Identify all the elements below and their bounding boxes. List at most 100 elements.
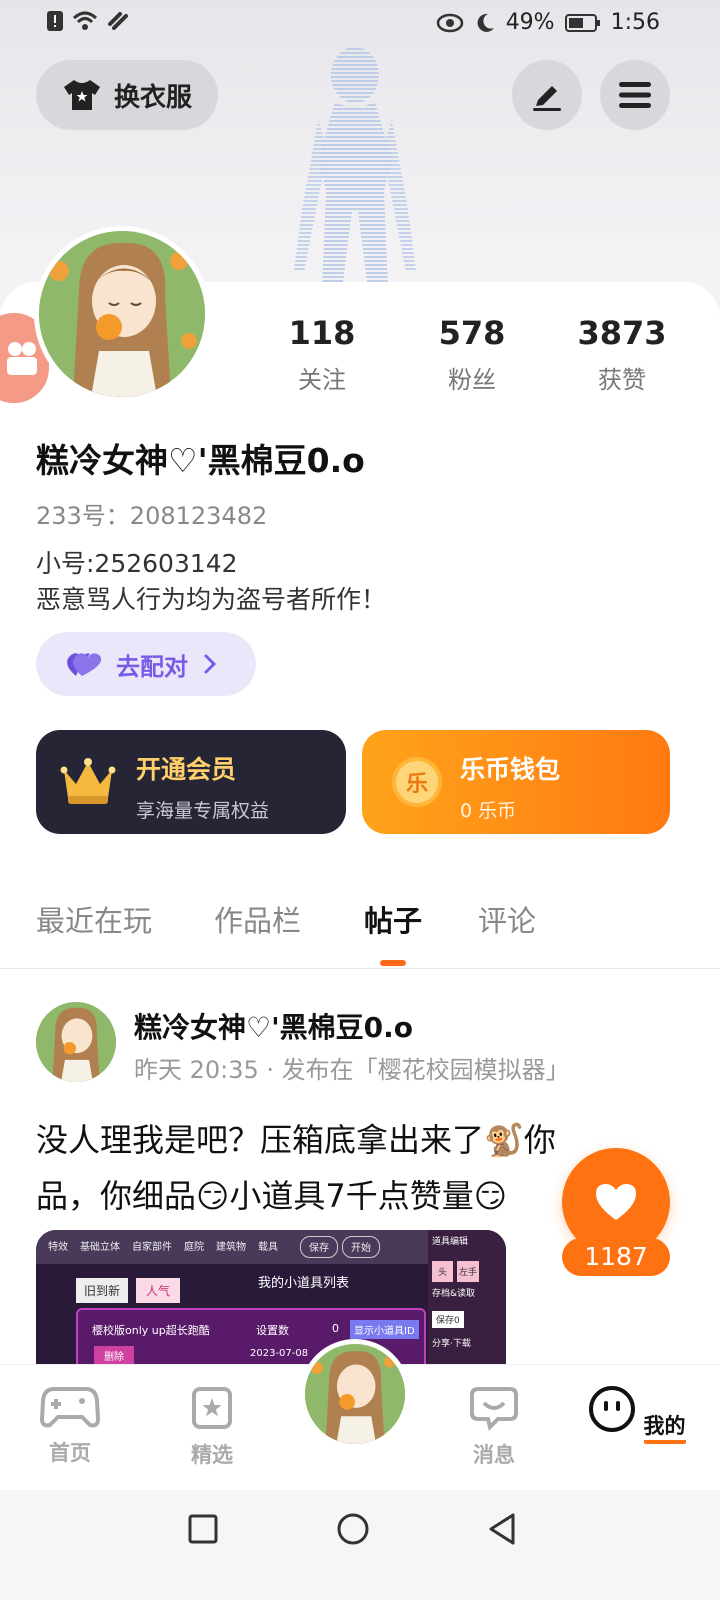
game-sort-option: 人气 <box>136 1278 181 1303</box>
status-bar: 49% 1:56 <box>0 0 720 48</box>
game-tab: 自家部件 <box>132 1242 172 1253</box>
nav-featured-label: 精选 <box>191 1443 233 1467</box>
game-panel-item: 头 <box>432 1261 454 1282</box>
bio: 小号:252603142 恶意骂人行为均为盗号者所作！ <box>36 546 386 618</box>
game-item-id-button: 显示小道具ID <box>350 1320 419 1339</box>
post-author-name[interactable]: 糕冷女神♡'黑棉豆0.o <box>134 1006 413 1046</box>
sim-alert-icon <box>47 11 63 31</box>
coin-icon: 乐 <box>392 757 442 807</box>
wallet-card[interactable]: 乐 乐币钱包 0 乐币 <box>362 730 670 834</box>
back-icon[interactable] <box>486 1512 518 1546</box>
game-tab: 载具 <box>258 1242 278 1253</box>
active-tab-indicator <box>380 960 406 966</box>
following-count: 118 <box>288 314 356 352</box>
post-author-avatar[interactable] <box>36 1002 116 1082</box>
network-icon <box>108 12 128 30</box>
nav-me[interactable]: 我的 <box>586 1385 686 1444</box>
bottom-nav: 首页 精选 消息 我的 <box>0 1339 720 1490</box>
pair-label: 去配对 <box>116 652 188 681</box>
hamburger-menu-icon <box>619 82 651 108</box>
game-item-name: 樱校版only up超长跑酷 <box>92 1324 210 1337</box>
bio-line: 小号:252603142 <box>36 549 238 578</box>
recents-icon[interactable] <box>188 1514 218 1544</box>
game-panel-item: 分享·下载 <box>432 1339 471 1349</box>
game-panel-title: 道具编辑 <box>432 1237 469 1247</box>
moon-icon <box>477 13 494 32</box>
tshirt-icon <box>63 80 100 110</box>
post-text-line: 品，你细品😏小道具7千点赞量😏 <box>36 1177 508 1215</box>
wifi-icon <box>72 11 98 30</box>
edit-profile-button[interactable] <box>512 60 582 130</box>
likes-count: 3873 <box>577 314 667 352</box>
chat-bubble-icon <box>470 1387 518 1431</box>
nav-featured[interactable]: 精选 <box>162 1385 262 1469</box>
post-text[interactable]: 没人理我是吧？压箱底拿出来了🐒你 品，你细品😏小道具7千点赞量😏 <box>36 1112 626 1224</box>
gamepad-icon <box>39 1387 101 1428</box>
avatar-image <box>36 1002 116 1082</box>
game-tab: 庭院 <box>184 1242 204 1253</box>
avatar-image <box>305 1344 405 1444</box>
post-image[interactable]: 特效 基础立体 自家部件 庭院 建筑物 载具 保存 开始 旧到新 人气 我的小道… <box>36 1230 506 1370</box>
chevron-right-icon <box>204 654 217 674</box>
wallet-balance: 0 乐币 <box>460 800 517 822</box>
clock: 1:56 <box>610 10 660 35</box>
avatar-hologram-figure[interactable] <box>280 40 430 290</box>
game-tab: 建筑物 <box>216 1242 246 1253</box>
battery-percent: 49% <box>505 10 555 35</box>
star-badge-icon <box>192 1387 232 1429</box>
game-tab: 特效 <box>48 1242 68 1253</box>
game-button: 开始 <box>342 1236 380 1258</box>
followers-count: 578 <box>438 314 506 352</box>
followers-stat[interactable]: 578 粉丝 <box>402 314 542 395</box>
user-id[interactable]: 233号：208123482 <box>36 496 267 531</box>
game-tab: 基础立体 <box>80 1242 120 1253</box>
battery-icon <box>564 13 600 32</box>
tab-posts[interactable]: 帖子 <box>364 898 422 940</box>
pencil-icon <box>533 86 561 111</box>
home-circle-icon[interactable] <box>336 1512 370 1546</box>
vip-subtitle: 享海量专属权益 <box>136 800 270 822</box>
nickname: 糕冷女神♡'黑棉豆0.o <box>36 441 365 480</box>
nav-home[interactable]: 首页 <box>20 1385 120 1467</box>
vip-card[interactable]: 开通会员 享海量专属权益 <box>36 730 346 834</box>
following-label: 关注 <box>298 366 346 394</box>
post-meta[interactable]: 昨天 20:35 · 发布在「樱花校园模拟器」 <box>134 1050 570 1085</box>
game-panel-item: 左手 <box>457 1261 480 1282</box>
tabs-divider <box>0 968 720 969</box>
game-button: 保存 <box>300 1236 338 1258</box>
eye-icon <box>436 13 463 32</box>
pair-button[interactable]: 去配对 <box>36 632 256 696</box>
heart-icon <box>596 1184 636 1220</box>
post-text-line: 没人理我是吧？压箱底拿出来了🐒你 <box>36 1121 556 1159</box>
tab-recently-played[interactable]: 最近在玩 <box>36 898 152 940</box>
game-sort-options: 旧到新 人气 <box>76 1278 181 1303</box>
following-stat[interactable]: 118 关注 <box>252 314 392 395</box>
tab-works[interactable]: 作品栏 <box>214 898 301 940</box>
change-outfit-label: 换衣服 <box>113 82 192 113</box>
crown-icon <box>60 758 116 804</box>
followers-label: 粉丝 <box>448 366 496 394</box>
vip-title: 开通会员 <box>136 755 237 784</box>
game-item-count-label: 设置数 <box>256 1324 289 1337</box>
like-count: 1187 <box>562 1238 670 1276</box>
game-sort-option: 旧到新 <box>76 1278 129 1303</box>
nav-me-label: 我的 <box>643 1410 686 1444</box>
double-heart-icon <box>67 653 102 676</box>
nav-messages[interactable]: 消息 <box>444 1385 544 1469</box>
change-outfit-button[interactable]: 换衣服 <box>36 60 218 130</box>
avatar-image <box>39 231 205 397</box>
wallet-title: 乐币钱包 <box>460 755 561 784</box>
system-nav-bar <box>0 1490 720 1600</box>
smiley-icon <box>589 1386 636 1432</box>
menu-button[interactable] <box>600 60 670 130</box>
likes-stat[interactable]: 3873 获赞 <box>552 314 692 395</box>
game-item-date: 2023-07-08 <box>250 1348 309 1359</box>
profile-avatar[interactable] <box>34 226 210 402</box>
game-panel-item: 保存0 <box>432 1311 464 1328</box>
tab-comments[interactable]: 评论 <box>478 898 536 940</box>
game-panel-item: 存档&读取 <box>432 1289 476 1299</box>
nav-center-avatar[interactable] <box>300 1339 410 1449</box>
game-item-count: 0 <box>332 1322 339 1335</box>
video-icon <box>7 342 37 375</box>
nav-messages-label: 消息 <box>473 1443 515 1467</box>
